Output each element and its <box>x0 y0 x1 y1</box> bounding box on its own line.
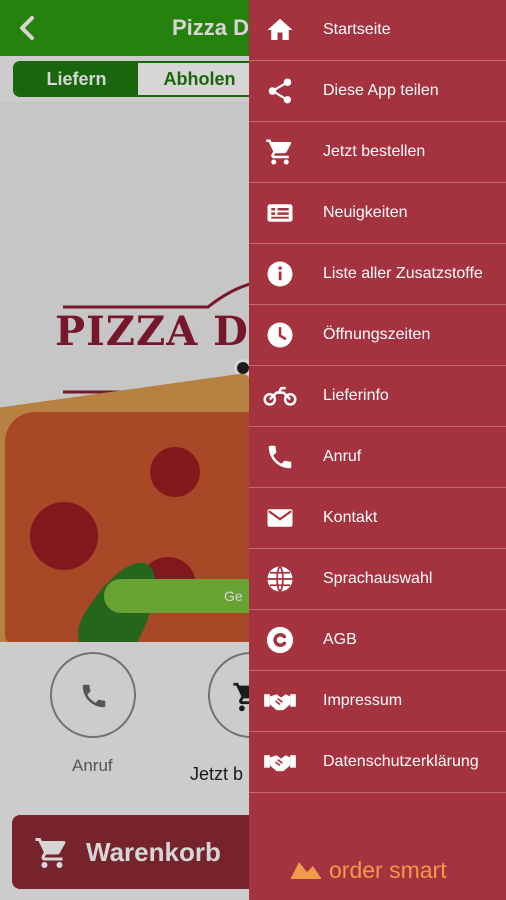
menu-label: Neuigkeiten <box>323 204 408 221</box>
menu-item-imprint[interactable]: Impressum <box>249 671 506 732</box>
menu-label: Impressum <box>323 692 403 709</box>
menu-label: Liste aller Zusatzstoffe <box>323 265 483 282</box>
info-icon <box>267 261 293 287</box>
menu-item-language[interactable]: Sprachauswahl <box>249 549 506 610</box>
brand-footer: order smart <box>289 855 447 885</box>
menu-item-order-now[interactable]: Jetzt bestellen <box>249 122 506 183</box>
menu-item-terms[interactable]: AGB <box>249 610 506 671</box>
home-icon <box>267 18 293 40</box>
news-icon <box>267 204 293 222</box>
menu-item-share-app[interactable]: Diese App teilen <box>249 61 506 122</box>
menu-label: AGB <box>323 631 357 648</box>
handshake-icon <box>264 694 296 711</box>
menu-item-privacy[interactable]: Datenschutzerklärung <box>249 732 506 793</box>
menu-item-news[interactable]: Neuigkeiten <box>249 183 506 244</box>
handshake-icon <box>264 755 296 772</box>
menu-item-call[interactable]: Anruf <box>249 427 506 488</box>
menu-label: Datenschutzerklärung <box>323 753 479 770</box>
menu-item-contact[interactable]: Kontakt <box>249 488 506 549</box>
motorbike-icon <box>263 386 297 406</box>
brand-name: order smart <box>329 856 447 883</box>
menu-label: Diese App teilen <box>323 82 439 99</box>
menu-item-opening-hours[interactable]: Öffnungszeiten <box>249 305 506 366</box>
menu-item-delivery-info[interactable]: Lieferinfo <box>249 366 506 427</box>
menu-item-startseite[interactable]: Startseite <box>249 0 506 61</box>
menu-label: Startseite <box>323 21 391 38</box>
menu-label: Anruf <box>323 448 362 465</box>
menu-label: Lieferinfo <box>323 387 389 404</box>
order-smart-logo-icon <box>291 862 321 879</box>
menu-label: Jetzt bestellen <box>323 143 426 160</box>
clock-icon <box>267 322 293 348</box>
phone-icon <box>268 445 292 469</box>
navigation-drawer: Startseite Diese App teilen Jetzt bestel… <box>249 0 506 900</box>
menu-label: Öffnungszeiten <box>323 326 431 343</box>
cart-icon <box>266 139 292 165</box>
menu-label: Sprachauswahl <box>323 570 433 587</box>
menu-label: Kontakt <box>323 509 378 526</box>
mail-icon <box>267 509 293 527</box>
copyright-icon <box>266 626 294 654</box>
menu-item-additives[interactable]: Liste aller Zusatzstoffe <box>249 244 506 305</box>
globe-icon <box>267 565 293 593</box>
share-icon <box>268 78 292 104</box>
